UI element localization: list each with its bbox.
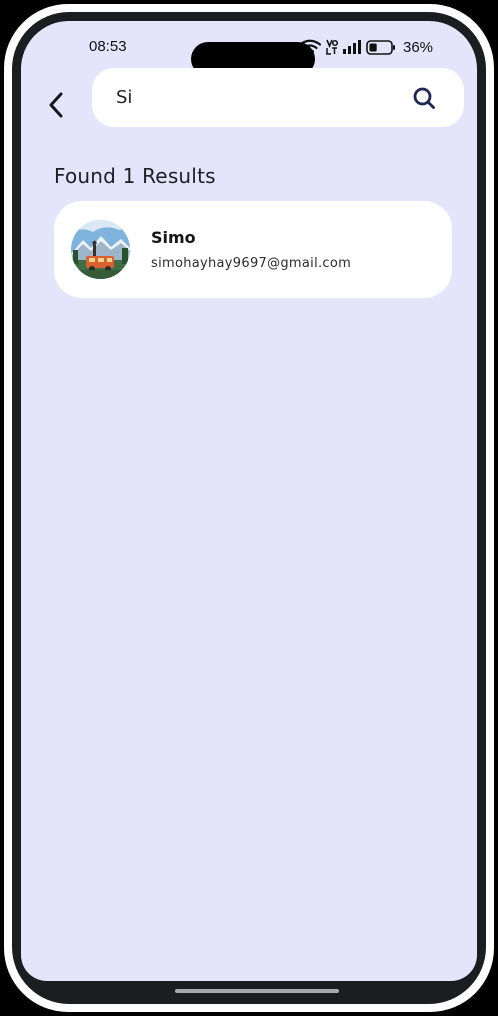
result-email: simohayhay9697@gmail.com	[151, 256, 352, 271]
results-heading: Found 1 Results	[54, 164, 216, 188]
avatar-photo	[71, 220, 130, 279]
volte-icon	[326, 39, 338, 55]
search-button[interactable]	[408, 82, 440, 114]
search-input[interactable]	[116, 68, 406, 127]
search-bar	[92, 68, 464, 127]
phone-bezel: 08:53 36% Si Found 1 Results Simo simoha…	[12, 12, 486, 1004]
battery-percent: 36%	[403, 38, 434, 56]
status-time: 08:53	[89, 38, 127, 55]
home-indicator[interactable]	[175, 989, 339, 993]
result-item[interactable]: Simo simohayhay9697@gmail.com	[54, 201, 452, 298]
chevron-left-icon	[49, 92, 63, 118]
status-icons: 36%	[299, 38, 433, 56]
avatar[interactable]	[71, 220, 130, 279]
battery-icon	[366, 39, 395, 55]
search-icon	[413, 87, 435, 109]
signal-icon	[343, 40, 361, 54]
app-screen: 08:53 36% Si Found 1 Results Simo simoha…	[21, 21, 477, 981]
back-button[interactable]	[41, 83, 71, 127]
result-name: Simo	[151, 228, 196, 247]
phone-frame: 08:53 36% Si Found 1 Results Simo simoha…	[4, 4, 494, 1012]
